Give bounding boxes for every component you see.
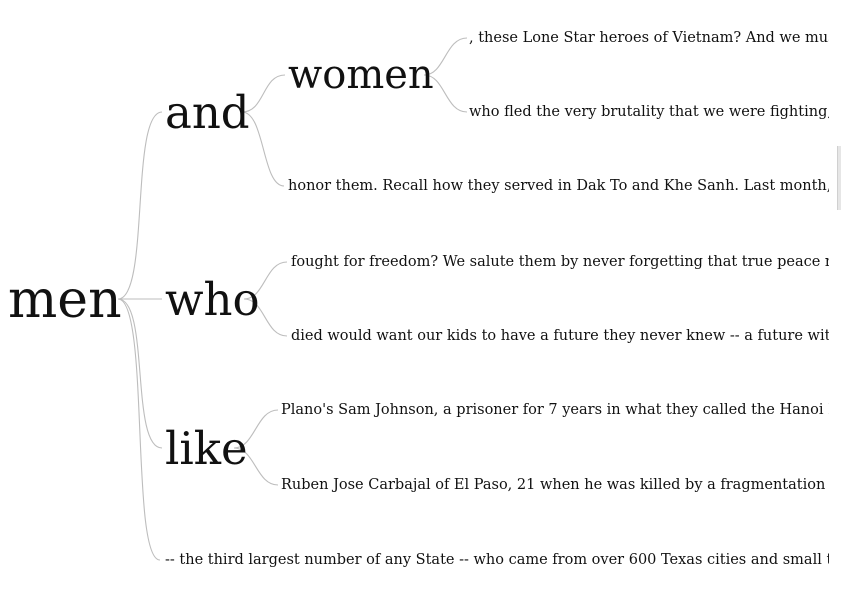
edge-men-and <box>117 111 163 300</box>
branch-word-who[interactable]: who <box>165 277 260 322</box>
branch-word-and[interactable]: and <box>165 90 250 135</box>
word-tree: men and women , these Lone Star heroes o… <box>0 0 841 594</box>
phrase-fled-brutality: who fled the very brutality that we were… <box>469 105 829 120</box>
scrollbar-thumb[interactable] <box>837 146 841 210</box>
branch-word-women[interactable]: women <box>288 55 434 95</box>
phrase-sam-johnson: Plano's Sam Johnson, a prisoner for 7 ye… <box>281 403 829 418</box>
phrase-fought-for-freedom: fought for freedom? We salute them by ne… <box>291 255 829 270</box>
root-word[interactable]: men <box>8 274 122 326</box>
phrase-third-largest: -- the third largest number of any State… <box>165 553 829 568</box>
edge-men-third <box>117 298 161 561</box>
phrase-died-want-kids: died would want our kids to have a futur… <box>291 329 829 344</box>
phrase-lone-star-heroes: , these Lone Star heroes of Vietnam? And… <box>469 31 829 46</box>
branch-word-like[interactable]: like <box>165 426 248 471</box>
phrase-ruben-carbajal: Ruben Jose Carbajal of El Paso, 21 when … <box>281 478 829 493</box>
phrase-honor-them: honor them. Recall how they served in Da… <box>288 179 829 194</box>
